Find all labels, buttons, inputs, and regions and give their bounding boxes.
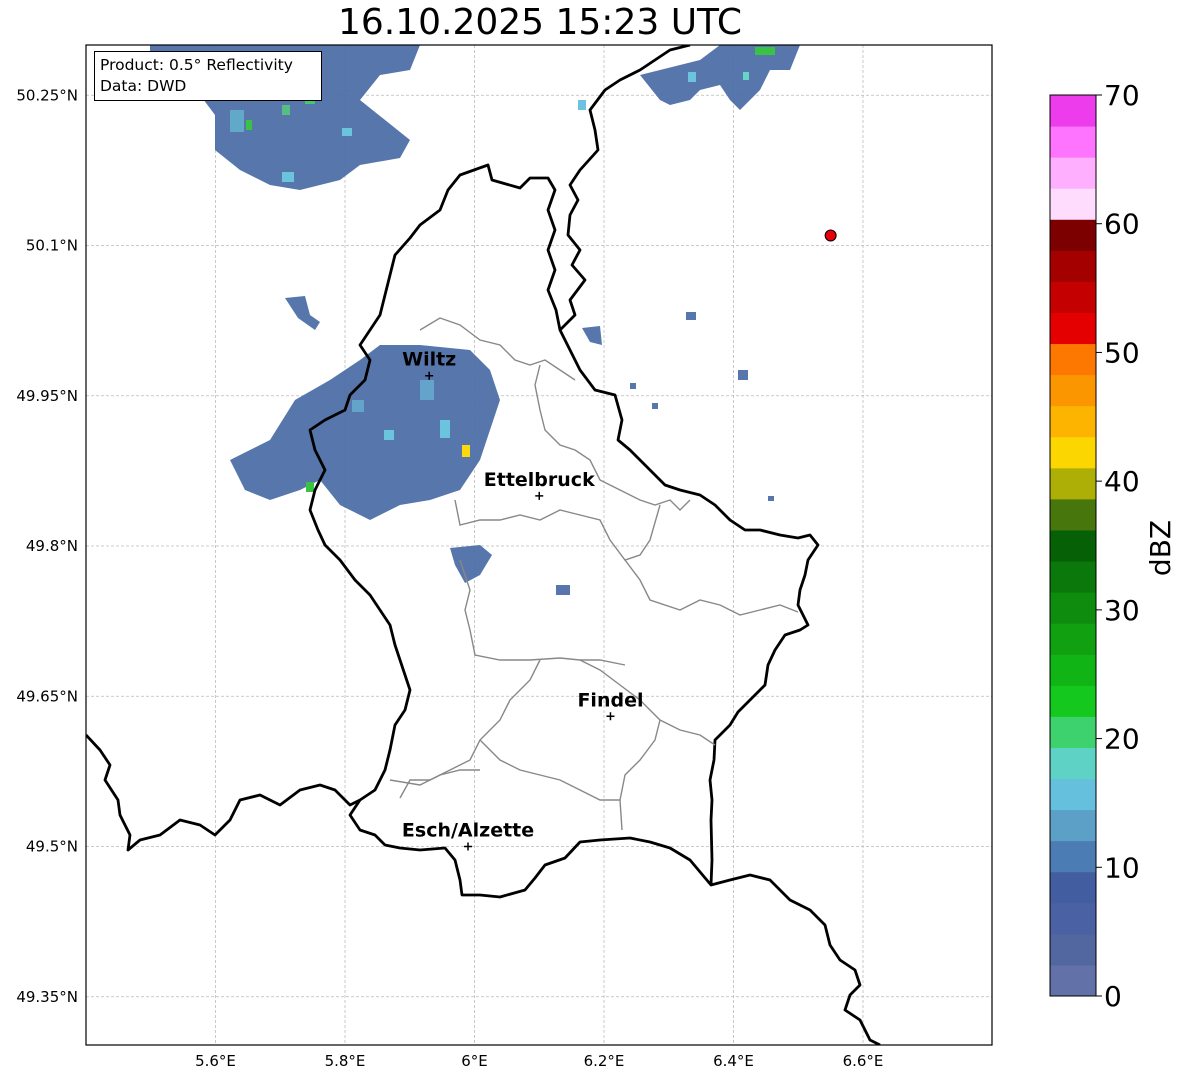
city-label: Wiltz [402, 349, 456, 371]
germany-france-border [710, 873, 881, 1045]
colorbar-tick-label: 30 [1104, 594, 1140, 627]
lat-tick-label: 49.65°N [16, 687, 78, 705]
colorbar-segment [1050, 188, 1096, 220]
lat-tick-label: 49.95°N [16, 387, 78, 405]
city-cross-icon [464, 842, 473, 851]
colorbar-segment [1050, 405, 1096, 438]
colorbar-tick-label: 50 [1104, 336, 1140, 369]
colorbar-segment [1050, 747, 1096, 780]
colorbar-segment [1050, 840, 1096, 873]
lon-tick-label: 5.6°E [195, 1052, 236, 1070]
city-label: Esch/Alzette [402, 820, 534, 842]
colorbar-segment [1050, 467, 1096, 500]
lon-tick-label: 6.4°E [713, 1052, 754, 1070]
colorbar-segment [1050, 716, 1096, 748]
colorbar-segment [1050, 623, 1096, 655]
colorbar-tick-label: 60 [1104, 208, 1140, 241]
colorbar-tick-label: 10 [1104, 851, 1140, 884]
city-marker: Esch/Alzette [402, 820, 534, 851]
country-borders [86, 45, 881, 1045]
colorbar-segment [1050, 809, 1096, 842]
colorbar-segment [1050, 219, 1096, 251]
colorbar-segment [1050, 933, 1096, 966]
luxembourg-border [308, 163, 820, 899]
colorbar-tick-label: 40 [1104, 465, 1140, 498]
echo-northeast [578, 45, 800, 110]
colorbar-segment [1050, 312, 1096, 345]
lat-tick-label: 50.1°N [26, 237, 78, 255]
colorbar-segment [1050, 374, 1096, 407]
lon-tick-label: 6.6°E [843, 1052, 884, 1070]
colorbar: 0 10 20 30 40 50 60 70 [1049, 79, 1140, 1013]
map-frame [85, 44, 993, 1046]
belgium-france-border [86, 734, 361, 852]
radar-map: 50.25°N 50.1°N 49.95°N 49.8°N 49.65°N 49.5°N 4… [16, 44, 1177, 1070]
product-info-box: Product: 0.5° Reflectivity Data: DWD [94, 51, 322, 101]
colorbar-segment [1050, 529, 1096, 562]
product-label: Product: 0.5° Reflectivity [100, 56, 293, 74]
city-marker: Ettelbruck [484, 469, 595, 500]
city-label: Findel [577, 689, 643, 711]
lon-tick-label: 5.8°E [325, 1052, 366, 1070]
lat-tick-label: 49.35°N [16, 988, 78, 1006]
lat-tick-labels: 50.25°N 50.1°N 49.95°N 49.8°N 49.65°N 49.5°N 4… [16, 86, 78, 1006]
location-marker [824, 229, 837, 242]
colorbar-segment [1050, 902, 1096, 935]
lat-tick-label: 50.25°N [16, 86, 78, 104]
city-cross-icon [606, 712, 615, 721]
lat-tick-label: 49.5°N [26, 838, 78, 856]
colorbar-tick-label: 0 [1104, 980, 1122, 1013]
lon-tick-label: 6°E [461, 1052, 488, 1070]
city-marker: Findel [577, 689, 643, 721]
colorbar-segment [1050, 157, 1096, 189]
map-grid [86, 45, 992, 1045]
colorbar-segment [1050, 126, 1096, 158]
lon-tick-labels: 5.6°E 5.8°E 6°E 6.2°E 6.4°E 6.6°E [195, 1052, 883, 1070]
colorbar-segment [1050, 685, 1096, 717]
colorbar-segment [1050, 964, 1096, 997]
colorbar-tick-label: 20 [1104, 723, 1140, 756]
colorbar-segment [1050, 778, 1096, 811]
colorbar-label: dBZ [1144, 520, 1177, 576]
colorbar-segment [1050, 281, 1096, 313]
colorbar-tick-label: 70 [1104, 79, 1140, 112]
colorbar-segment [1050, 654, 1096, 686]
city-label: Ettelbruck [484, 469, 595, 491]
lon-tick-label: 6.2°E [584, 1052, 625, 1070]
colorbar-segment [1050, 871, 1096, 904]
colorbar-segment [1050, 436, 1096, 469]
lat-tick-label: 49.8°N [26, 537, 78, 555]
radar-echoes [150, 45, 800, 595]
echo-wiltz [230, 300, 500, 520]
colorbar-segment [1050, 343, 1096, 376]
city-cross-icon [535, 491, 544, 500]
colorbar-segment [1050, 95, 1096, 127]
colorbar-segment [1050, 592, 1096, 624]
colorbar-segment [1050, 561, 1096, 593]
colorbar-segment [1050, 250, 1096, 282]
data-source-label: Data: DWD [100, 77, 187, 95]
colorbar-segment [1050, 498, 1096, 531]
